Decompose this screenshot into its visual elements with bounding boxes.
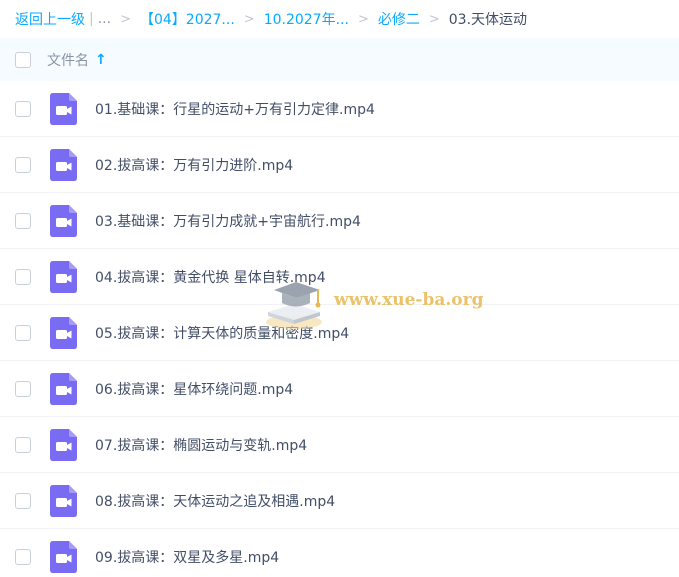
chevron-right-icon: >	[120, 11, 131, 27]
file-row[interactable]: 04.拔高课：黄金代换 星体自转.mp4	[0, 249, 679, 305]
back-link[interactable]: 返回上一级	[15, 9, 85, 29]
file-name[interactable]: 04.拔高课：黄金代换 星体自转.mp4	[95, 267, 326, 287]
select-all-checkbox[interactable]	[15, 51, 31, 68]
file-name[interactable]: 01.基础课：行星的运动+万有引力定律.mp4	[95, 99, 375, 119]
row-checkbox[interactable]	[15, 436, 31, 453]
video-file-icon	[50, 148, 77, 181]
chevron-right-icon: >	[428, 11, 440, 27]
file-row[interactable]: 02.拔高课：万有引力进阶.mp4	[0, 137, 679, 193]
row-checkbox[interactable]	[15, 548, 31, 565]
chevron-right-icon: >	[243, 11, 255, 27]
file-name[interactable]: 08.拔高课：天体运动之追及相遇.mp4	[95, 491, 335, 511]
video-file-icon	[50, 428, 77, 461]
row-checkbox[interactable]	[15, 380, 31, 397]
file-row[interactable]: 06.拔高课：星体环绕问题.mp4	[0, 361, 679, 417]
file-list-header: 文件名 ↑	[0, 38, 679, 81]
breadcrumb-item-3[interactable]: 必修二	[378, 9, 420, 29]
file-name[interactable]: 03.基础课：万有引力成就+宇宙航行.mp4	[95, 211, 361, 231]
breadcrumb: 返回上一级 | ... > 【04】2027... > 10.2027年... …	[0, 0, 679, 38]
file-row[interactable]: 07.拔高课：椭圆运动与变轨.mp4	[0, 417, 679, 473]
file-row[interactable]: 08.拔高课：天体运动之追及相遇.mp4	[0, 473, 679, 529]
video-file-icon	[50, 204, 77, 237]
file-name[interactable]: 07.拔高课：椭圆运动与变轨.mp4	[95, 435, 307, 455]
file-row[interactable]: 01.基础课：行星的运动+万有引力定律.mp4	[0, 81, 679, 137]
file-row[interactable]: 05.拔高课：计算天体的质量和密度.mp4	[0, 305, 679, 361]
breadcrumb-current: 03.天体运动	[448, 12, 528, 28]
row-checkbox[interactable]	[15, 212, 31, 229]
video-file-icon	[50, 540, 77, 573]
video-file-icon	[50, 316, 77, 349]
file-name[interactable]: 09.拔高课：双星及多星.mp4	[95, 547, 279, 567]
row-checkbox[interactable]	[15, 100, 31, 117]
column-title-filename[interactable]: 文件名	[47, 50, 89, 70]
file-name[interactable]: 02.拔高课：万有引力进阶.mp4	[95, 155, 293, 175]
video-file-icon	[50, 260, 77, 293]
file-row[interactable]: 03.基础课：万有引力成就+宇宙航行.mp4	[0, 193, 679, 249]
file-name[interactable]: 06.拔高课：星体环绕问题.mp4	[95, 379, 293, 399]
file-row[interactable]: 09.拔高课：双星及多星.mp4	[0, 529, 679, 577]
row-checkbox[interactable]	[15, 268, 31, 285]
chevron-right-icon: >	[357, 11, 369, 27]
file-list: 01.基础课：行星的运动+万有引力定律.mp4 02.拔高课：万有引力进阶.mp4…	[0, 81, 679, 577]
breadcrumb-item-1[interactable]: 【04】2027...	[140, 9, 235, 29]
breadcrumb-ellipsis[interactable]: ...	[98, 11, 111, 27]
video-file-icon	[50, 372, 77, 405]
sort-ascending-arrow-icon[interactable]: ↑	[95, 52, 107, 68]
breadcrumb-item-2[interactable]: 10.2027年...	[264, 9, 349, 29]
video-file-icon	[50, 92, 77, 125]
row-checkbox[interactable]	[15, 324, 31, 341]
file-name[interactable]: 05.拔高课：计算天体的质量和密度.mp4	[95, 323, 349, 343]
row-checkbox[interactable]	[15, 156, 31, 173]
row-checkbox[interactable]	[15, 492, 31, 509]
video-file-icon	[50, 484, 77, 517]
breadcrumb-divider: |	[89, 11, 94, 27]
